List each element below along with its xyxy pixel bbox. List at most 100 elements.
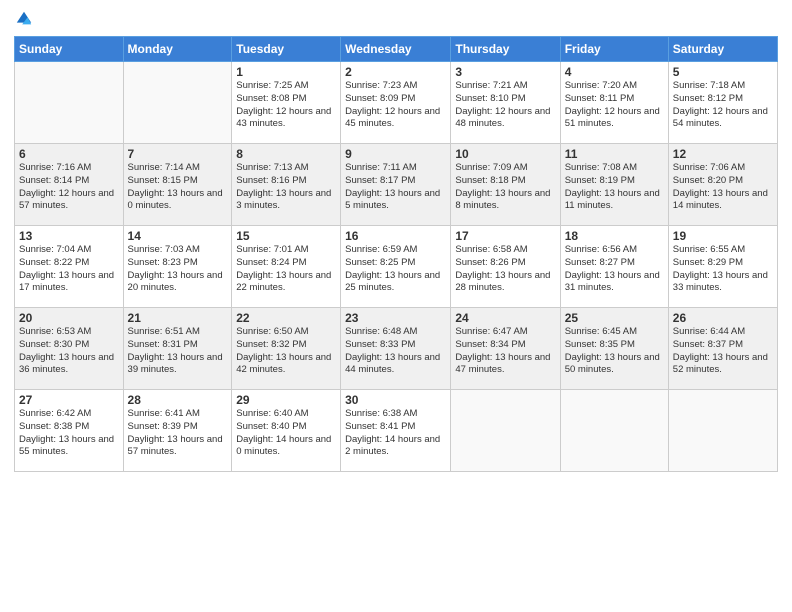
day-info: Sunrise: 6:56 AM Sunset: 8:27 PM Dayligh… xyxy=(565,244,664,295)
day-number: 2 xyxy=(345,65,446,79)
day-number: 3 xyxy=(455,65,555,79)
day-info: Sunrise: 7:11 AM Sunset: 8:17 PM Dayligh… xyxy=(345,162,446,213)
calendar-cell: 20Sunrise: 6:53 AM Sunset: 8:30 PM Dayli… xyxy=(15,308,124,390)
day-number: 7 xyxy=(128,147,228,161)
calendar-table: SundayMondayTuesdayWednesdayThursdayFrid… xyxy=(14,36,778,472)
calendar-cell: 3Sunrise: 7:21 AM Sunset: 8:10 PM Daylig… xyxy=(451,62,560,144)
day-number: 16 xyxy=(345,229,446,243)
day-info: Sunrise: 7:03 AM Sunset: 8:23 PM Dayligh… xyxy=(128,244,228,295)
calendar-cell: 6Sunrise: 7:16 AM Sunset: 8:14 PM Daylig… xyxy=(15,144,124,226)
day-number: 28 xyxy=(128,393,228,407)
week-row-1: 1Sunrise: 7:25 AM Sunset: 8:08 PM Daylig… xyxy=(15,62,778,144)
header-day-monday: Monday xyxy=(123,37,232,62)
week-row-5: 27Sunrise: 6:42 AM Sunset: 8:38 PM Dayli… xyxy=(15,390,778,472)
calendar-cell: 25Sunrise: 6:45 AM Sunset: 8:35 PM Dayli… xyxy=(560,308,668,390)
calendar-cell: 15Sunrise: 7:01 AM Sunset: 8:24 PM Dayli… xyxy=(232,226,341,308)
logo xyxy=(14,10,33,28)
day-number: 10 xyxy=(455,147,555,161)
calendar-header-row: SundayMondayTuesdayWednesdayThursdayFrid… xyxy=(15,37,778,62)
day-number: 4 xyxy=(565,65,664,79)
calendar-cell: 27Sunrise: 6:42 AM Sunset: 8:38 PM Dayli… xyxy=(15,390,124,472)
page: SundayMondayTuesdayWednesdayThursdayFrid… xyxy=(0,0,792,612)
day-info: Sunrise: 7:23 AM Sunset: 8:09 PM Dayligh… xyxy=(345,80,446,131)
day-info: Sunrise: 7:01 AM Sunset: 8:24 PM Dayligh… xyxy=(236,244,336,295)
day-info: Sunrise: 6:47 AM Sunset: 8:34 PM Dayligh… xyxy=(455,326,555,377)
day-number: 25 xyxy=(565,311,664,325)
calendar-cell xyxy=(15,62,124,144)
calendar-cell xyxy=(668,390,777,472)
calendar-cell: 9Sunrise: 7:11 AM Sunset: 8:17 PM Daylig… xyxy=(341,144,451,226)
day-number: 9 xyxy=(345,147,446,161)
day-number: 21 xyxy=(128,311,228,325)
day-number: 12 xyxy=(673,147,773,161)
day-number: 27 xyxy=(19,393,119,407)
calendar-cell: 17Sunrise: 6:58 AM Sunset: 8:26 PM Dayli… xyxy=(451,226,560,308)
calendar-cell: 26Sunrise: 6:44 AM Sunset: 8:37 PM Dayli… xyxy=(668,308,777,390)
day-number: 1 xyxy=(236,65,336,79)
day-info: Sunrise: 7:25 AM Sunset: 8:08 PM Dayligh… xyxy=(236,80,336,131)
day-number: 19 xyxy=(673,229,773,243)
day-number: 22 xyxy=(236,311,336,325)
calendar-cell: 13Sunrise: 7:04 AM Sunset: 8:22 PM Dayli… xyxy=(15,226,124,308)
day-info: Sunrise: 7:09 AM Sunset: 8:18 PM Dayligh… xyxy=(455,162,555,213)
header-day-thursday: Thursday xyxy=(451,37,560,62)
day-info: Sunrise: 6:45 AM Sunset: 8:35 PM Dayligh… xyxy=(565,326,664,377)
day-info: Sunrise: 7:16 AM Sunset: 8:14 PM Dayligh… xyxy=(19,162,119,213)
day-info: Sunrise: 6:51 AM Sunset: 8:31 PM Dayligh… xyxy=(128,326,228,377)
day-info: Sunrise: 6:50 AM Sunset: 8:32 PM Dayligh… xyxy=(236,326,336,377)
calendar-cell: 1Sunrise: 7:25 AM Sunset: 8:08 PM Daylig… xyxy=(232,62,341,144)
day-info: Sunrise: 6:38 AM Sunset: 8:41 PM Dayligh… xyxy=(345,408,446,459)
day-number: 18 xyxy=(565,229,664,243)
calendar-cell xyxy=(451,390,560,472)
calendar-cell: 14Sunrise: 7:03 AM Sunset: 8:23 PM Dayli… xyxy=(123,226,232,308)
day-info: Sunrise: 6:40 AM Sunset: 8:40 PM Dayligh… xyxy=(236,408,336,459)
calendar-cell xyxy=(123,62,232,144)
header xyxy=(14,10,778,28)
day-info: Sunrise: 7:20 AM Sunset: 8:11 PM Dayligh… xyxy=(565,80,664,131)
day-number: 11 xyxy=(565,147,664,161)
calendar-cell: 11Sunrise: 7:08 AM Sunset: 8:19 PM Dayli… xyxy=(560,144,668,226)
calendar-cell: 22Sunrise: 6:50 AM Sunset: 8:32 PM Dayli… xyxy=(232,308,341,390)
calendar-cell: 2Sunrise: 7:23 AM Sunset: 8:09 PM Daylig… xyxy=(341,62,451,144)
calendar-cell: 16Sunrise: 6:59 AM Sunset: 8:25 PM Dayli… xyxy=(341,226,451,308)
day-number: 15 xyxy=(236,229,336,243)
day-number: 20 xyxy=(19,311,119,325)
header-day-wednesday: Wednesday xyxy=(341,37,451,62)
day-info: Sunrise: 7:18 AM Sunset: 8:12 PM Dayligh… xyxy=(673,80,773,131)
day-info: Sunrise: 6:41 AM Sunset: 8:39 PM Dayligh… xyxy=(128,408,228,459)
logo-icon xyxy=(15,10,33,28)
header-day-friday: Friday xyxy=(560,37,668,62)
day-info: Sunrise: 7:06 AM Sunset: 8:20 PM Dayligh… xyxy=(673,162,773,213)
day-info: Sunrise: 6:55 AM Sunset: 8:29 PM Dayligh… xyxy=(673,244,773,295)
day-info: Sunrise: 7:08 AM Sunset: 8:19 PM Dayligh… xyxy=(565,162,664,213)
day-info: Sunrise: 6:53 AM Sunset: 8:30 PM Dayligh… xyxy=(19,326,119,377)
week-row-3: 13Sunrise: 7:04 AM Sunset: 8:22 PM Dayli… xyxy=(15,226,778,308)
calendar-cell: 28Sunrise: 6:41 AM Sunset: 8:39 PM Dayli… xyxy=(123,390,232,472)
calendar-cell: 10Sunrise: 7:09 AM Sunset: 8:18 PM Dayli… xyxy=(451,144,560,226)
header-day-saturday: Saturday xyxy=(668,37,777,62)
calendar-cell: 4Sunrise: 7:20 AM Sunset: 8:11 PM Daylig… xyxy=(560,62,668,144)
calendar-cell: 12Sunrise: 7:06 AM Sunset: 8:20 PM Dayli… xyxy=(668,144,777,226)
day-number: 8 xyxy=(236,147,336,161)
day-info: Sunrise: 6:48 AM Sunset: 8:33 PM Dayligh… xyxy=(345,326,446,377)
calendar-cell: 21Sunrise: 6:51 AM Sunset: 8:31 PM Dayli… xyxy=(123,308,232,390)
day-info: Sunrise: 7:04 AM Sunset: 8:22 PM Dayligh… xyxy=(19,244,119,295)
week-row-4: 20Sunrise: 6:53 AM Sunset: 8:30 PM Dayli… xyxy=(15,308,778,390)
day-number: 26 xyxy=(673,311,773,325)
calendar-cell: 7Sunrise: 7:14 AM Sunset: 8:15 PM Daylig… xyxy=(123,144,232,226)
day-info: Sunrise: 7:21 AM Sunset: 8:10 PM Dayligh… xyxy=(455,80,555,131)
week-row-2: 6Sunrise: 7:16 AM Sunset: 8:14 PM Daylig… xyxy=(15,144,778,226)
day-number: 24 xyxy=(455,311,555,325)
calendar-cell: 30Sunrise: 6:38 AM Sunset: 8:41 PM Dayli… xyxy=(341,390,451,472)
day-number: 5 xyxy=(673,65,773,79)
calendar-cell xyxy=(560,390,668,472)
calendar-cell: 5Sunrise: 7:18 AM Sunset: 8:12 PM Daylig… xyxy=(668,62,777,144)
day-number: 13 xyxy=(19,229,119,243)
day-number: 6 xyxy=(19,147,119,161)
calendar-cell: 8Sunrise: 7:13 AM Sunset: 8:16 PM Daylig… xyxy=(232,144,341,226)
calendar-cell: 29Sunrise: 6:40 AM Sunset: 8:40 PM Dayli… xyxy=(232,390,341,472)
calendar-cell: 18Sunrise: 6:56 AM Sunset: 8:27 PM Dayli… xyxy=(560,226,668,308)
day-info: Sunrise: 6:42 AM Sunset: 8:38 PM Dayligh… xyxy=(19,408,119,459)
day-number: 17 xyxy=(455,229,555,243)
day-info: Sunrise: 6:58 AM Sunset: 8:26 PM Dayligh… xyxy=(455,244,555,295)
